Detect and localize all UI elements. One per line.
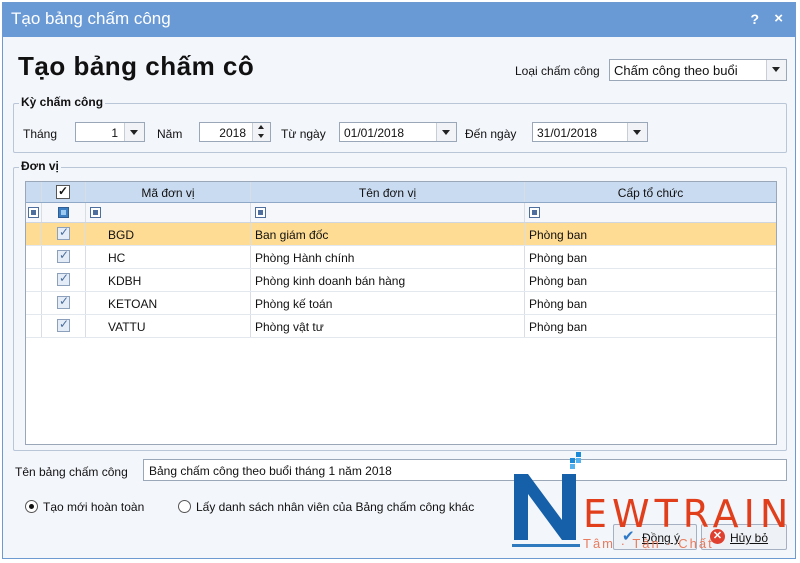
tu-ngay-datepicker[interactable]: 01/01/2018: [339, 122, 457, 142]
row-select-cell[interactable]: [42, 246, 86, 268]
row-indicator: [26, 246, 42, 268]
nam-value: 2018: [219, 126, 246, 140]
cell-cap: Phòng ban: [529, 251, 588, 265]
row-select-cell[interactable]: [42, 292, 86, 314]
cell-ten: Phòng kế toán: [251, 292, 525, 314]
dialog-window: Tạo bảng chấm công ? × Tạo bảng chấm cô …: [2, 2, 796, 559]
ten-bang-input[interactable]: Bảng chấm công theo buổi tháng 1 năm 201…: [143, 459, 787, 481]
filter-icon[interactable]: [255, 207, 266, 218]
window-title: Tạo bảng chấm công: [11, 9, 171, 28]
filter-cell[interactable]: [26, 203, 42, 222]
tu-ngay-value: 01/01/2018: [344, 126, 405, 140]
grid-filter-row: [26, 203, 776, 223]
thang-select[interactable]: 1: [75, 122, 145, 142]
den-ngay-value: 31/01/2018: [537, 126, 598, 140]
column-header-cap[interactable]: Cấp tổ chức: [525, 182, 776, 202]
row-select-cell[interactable]: [42, 223, 86, 245]
spin-down-icon[interactable]: [252, 132, 270, 141]
cell-ten: Phòng Hành chính: [251, 246, 525, 268]
filter-icon[interactable]: [529, 207, 540, 218]
cell-ma: VATTU: [86, 315, 251, 337]
cell-ten: Phòng vật tư: [251, 315, 525, 337]
filter-cell-cap[interactable]: [525, 203, 776, 222]
thang-label: Tháng: [23, 127, 58, 141]
filter-toggle-icon[interactable]: [58, 207, 69, 218]
den-ngay-datepicker[interactable]: 31/01/2018: [532, 122, 648, 142]
filter-icon[interactable]: [90, 207, 101, 218]
table-row[interactable]: VATTUPhòng vật tư Phòng ban: [26, 315, 776, 338]
tu-ngay-label: Từ ngày: [281, 127, 326, 141]
logo-underline: [512, 544, 580, 547]
don-vi-title: Đơn vị: [19, 159, 61, 173]
select-all-checkbox[interactable]: ✓: [56, 185, 70, 199]
row-checkbox[interactable]: [57, 294, 70, 309]
chevron-down-icon[interactable]: [436, 123, 456, 141]
title-bar: Tạo bảng chấm công ? ×: [3, 3, 795, 37]
row-indicator: [26, 292, 42, 314]
row-select-cell[interactable]: [42, 315, 86, 337]
chevron-down-icon[interactable]: [766, 60, 786, 80]
cell-cap: Phòng ban: [529, 297, 588, 311]
loai-cham-cong-value: Chấm công theo buổi: [614, 63, 738, 78]
nam-label: Năm: [157, 127, 183, 141]
row-checkbox[interactable]: [57, 317, 70, 332]
cell-ten: Ban giám đốc: [251, 223, 525, 245]
row-checkbox[interactable]: [57, 248, 70, 263]
radio-tao-moi-label[interactable]: Tạo mới hoàn toàn: [43, 500, 144, 514]
row-indicator: [26, 315, 42, 337]
cell-ma: BGD: [86, 223, 251, 245]
cell-ten: Phòng kinh doanh bán hàng: [251, 269, 525, 291]
don-vi-grid: ✓ Mã đơn vị Tên đơn vị Cấp tổ chức BGDBa…: [25, 181, 777, 445]
radio-tao-moi[interactable]: [25, 500, 38, 513]
column-header-ten[interactable]: Tên đơn vị: [251, 182, 525, 202]
spin-up-icon[interactable]: [252, 123, 270, 132]
grid-header-row: ✓ Mã đơn vị Tên đơn vị Cấp tổ chức: [26, 182, 776, 203]
radio-lay-danh-sach-label[interactable]: Lấy danh sách nhân viên của Bảng chấm cô…: [196, 500, 474, 514]
cell-ma: KDBH: [86, 269, 251, 291]
page-title: Tạo bảng chấm cô: [18, 51, 255, 81]
cell-ma: HC: [86, 246, 251, 268]
table-row[interactable]: KETOANPhòng kế toán Phòng ban: [26, 292, 776, 315]
ten-bang-value: Bảng chấm công theo buổi tháng 1 năm 201…: [149, 464, 392, 478]
close-icon[interactable]: ×: [774, 10, 783, 27]
den-ngay-label: Đến ngày: [465, 127, 517, 141]
nam-stepper[interactable]: 2018: [199, 122, 271, 142]
row-select-cell[interactable]: [42, 269, 86, 291]
cell-cap: Phòng ban: [529, 274, 588, 288]
table-row[interactable]: HCPhòng Hành chính Phòng ban: [26, 246, 776, 269]
filter-cell[interactable]: [42, 203, 86, 222]
logo-wordmark: EWTRAIN: [583, 492, 794, 536]
row-checkbox[interactable]: [57, 271, 70, 286]
chevron-down-icon[interactable]: [124, 123, 144, 141]
thang-value: 1: [111, 126, 118, 140]
table-row[interactable]: BGDBan giám đốc Phòng ban: [26, 223, 776, 246]
filter-cell-ten[interactable]: [251, 203, 525, 222]
row-indicator: [26, 223, 42, 245]
loai-cham-cong-label: Loại chấm công: [515, 64, 600, 78]
column-header-ma[interactable]: Mã đơn vị: [86, 182, 251, 202]
chevron-down-icon[interactable]: [627, 123, 647, 141]
filter-icon[interactable]: [28, 207, 39, 218]
ky-cham-cong-title: Kỳ chấm công: [19, 95, 106, 109]
radio-lay-danh-sach[interactable]: [178, 500, 191, 513]
row-checkbox[interactable]: [57, 225, 70, 240]
grid-indicator-header: [26, 182, 42, 202]
row-indicator: [26, 269, 42, 291]
logo-n-icon: [514, 474, 576, 540]
select-all-header[interactable]: ✓: [42, 182, 86, 202]
filter-cell-ma[interactable]: [86, 203, 251, 222]
table-row[interactable]: KDBHPhòng kinh doanh bán hàng Phòng ban: [26, 269, 776, 292]
ten-bang-label: Tên bảng chấm công: [15, 465, 128, 479]
cell-cap: Phòng ban: [529, 320, 588, 334]
loai-cham-cong-select[interactable]: Chấm công theo buổi: [609, 59, 787, 81]
cell-ma: KETOAN: [86, 292, 251, 314]
logo-slogan: Tâm · Tận · Chất: [583, 536, 714, 551]
help-icon[interactable]: ?: [750, 11, 759, 27]
cell-cap: Phòng ban: [529, 228, 588, 242]
